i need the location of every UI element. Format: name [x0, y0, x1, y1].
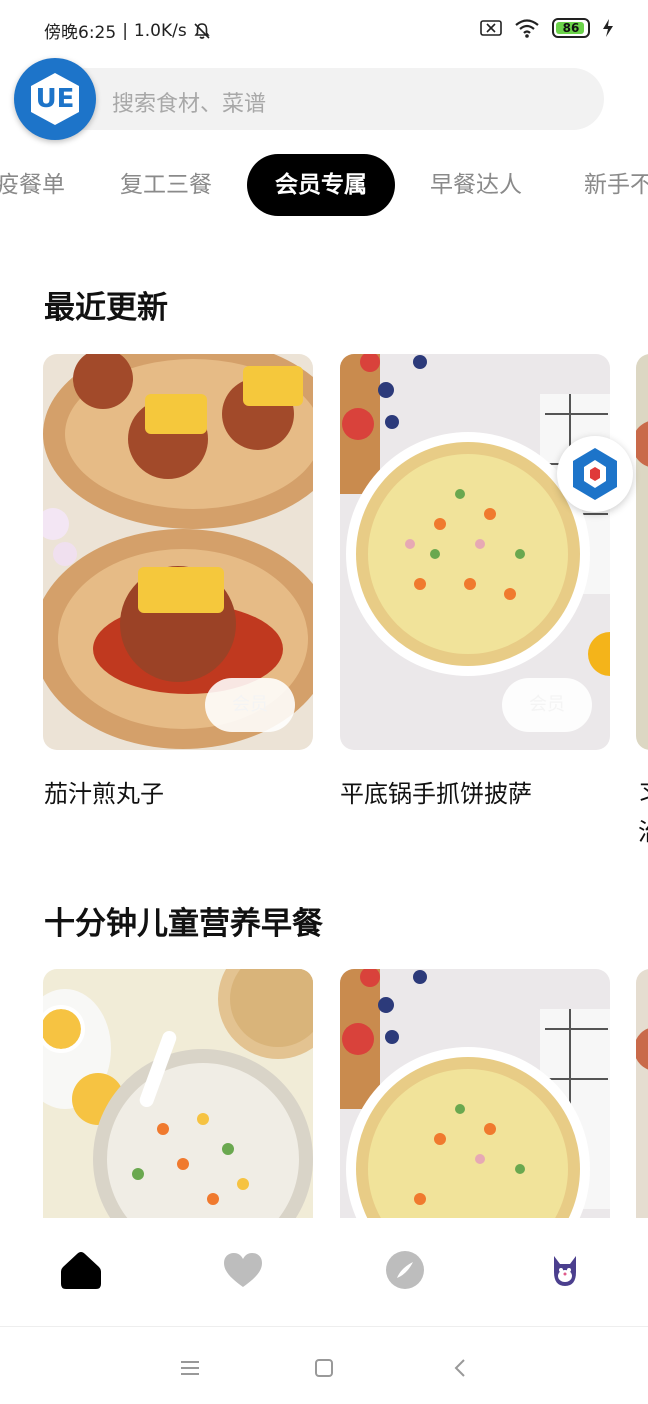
status-left: 傍晚6:25 | 1.0K/s [44, 18, 211, 43]
recipe-card-pizza-2[interactable] [340, 969, 610, 1219]
no-sim-icon [480, 20, 502, 36]
nav-home[interactable] [57, 1246, 105, 1294]
bell-off-icon [194, 22, 210, 39]
status-separator: | [122, 20, 128, 41]
sys-back-button[interactable] [445, 1353, 475, 1383]
recipe-card-pizza[interactable]: 会员 [340, 354, 610, 750]
section-title-recent: 最近更新 [44, 290, 168, 326]
network-speed: 1.0K/s [133, 20, 187, 41]
recipe-card-meatballs[interactable]: 会员 [43, 354, 313, 750]
partial-recipe-image [636, 354, 648, 750]
status-bar: 傍晚6:25 | 1.0K/s 86 [0, 0, 648, 60]
square-icon [315, 1359, 333, 1377]
back-icon [454, 1359, 465, 1377]
heart-icon [224, 1253, 262, 1287]
member-badge: 会员 [502, 678, 592, 732]
partial-recipe-image [636, 969, 648, 1219]
search-bar[interactable]: 搜索食材、菜谱 [48, 68, 604, 130]
sys-menu-button[interactable] [175, 1353, 205, 1383]
recipe-title-pizza[interactable]: 平底锅手抓饼披萨 [340, 774, 532, 809]
cat-avatar-icon [554, 1256, 576, 1286]
battery-indicator: 86 [552, 18, 590, 38]
tab-breakfast-master[interactable]: 早餐达人 [430, 154, 522, 216]
sys-home-button[interactable] [309, 1353, 339, 1383]
menu-icon [181, 1361, 199, 1375]
ue-logo-text: UE [35, 84, 75, 114]
tab-epidemic-menu[interactable]: 疫餐单 [0, 154, 65, 216]
hexagon-icon [573, 448, 617, 500]
pizza-image [340, 969, 610, 1219]
nav-discover[interactable] [381, 1246, 429, 1294]
tab-beginner[interactable]: 新手不 [584, 154, 648, 216]
status-time: 傍晚6:25 [44, 23, 117, 43]
recipe-card-partial[interactable] [636, 354, 648, 750]
tab-member-exclusive[interactable]: 会员专属 [247, 154, 395, 216]
recipe-title-partial-line2[interactable]: 治 [638, 812, 648, 847]
member-badge: 会员 [205, 678, 295, 732]
nav-profile[interactable] [541, 1246, 589, 1294]
tab-back-to-work-meals[interactable]: 复工三餐 [120, 154, 212, 216]
bottom-navigation [0, 1218, 648, 1326]
charging-icon [603, 19, 613, 37]
recipe-title-partial-line1[interactable]: 习 [638, 774, 648, 809]
section-title-kids-breakfast: 十分钟儿童营养早餐 [44, 906, 323, 942]
battery-level: 86 [562, 21, 580, 35]
recipe-card-partial-2[interactable] [636, 969, 648, 1219]
nav-favorites[interactable] [219, 1246, 267, 1294]
ue-logo[interactable]: UE [14, 58, 96, 140]
compass-icon [386, 1251, 424, 1289]
status-right: 86 [480, 18, 614, 38]
search-placeholder: 搜索食材、菜谱 [112, 92, 267, 117]
system-navigation-bar [0, 1326, 648, 1404]
home-icon [61, 1252, 101, 1289]
wifi-icon [515, 19, 539, 38]
recipe-card-congee[interactable] [43, 969, 313, 1219]
floating-logo-button[interactable] [557, 436, 633, 512]
congee-image [43, 969, 313, 1219]
category-tabs: 疫餐单 复工三餐 会员专属 早餐达人 新手不 [0, 154, 648, 216]
recipe-title-meatballs[interactable]: 茄汁煎丸子 [44, 774, 164, 809]
